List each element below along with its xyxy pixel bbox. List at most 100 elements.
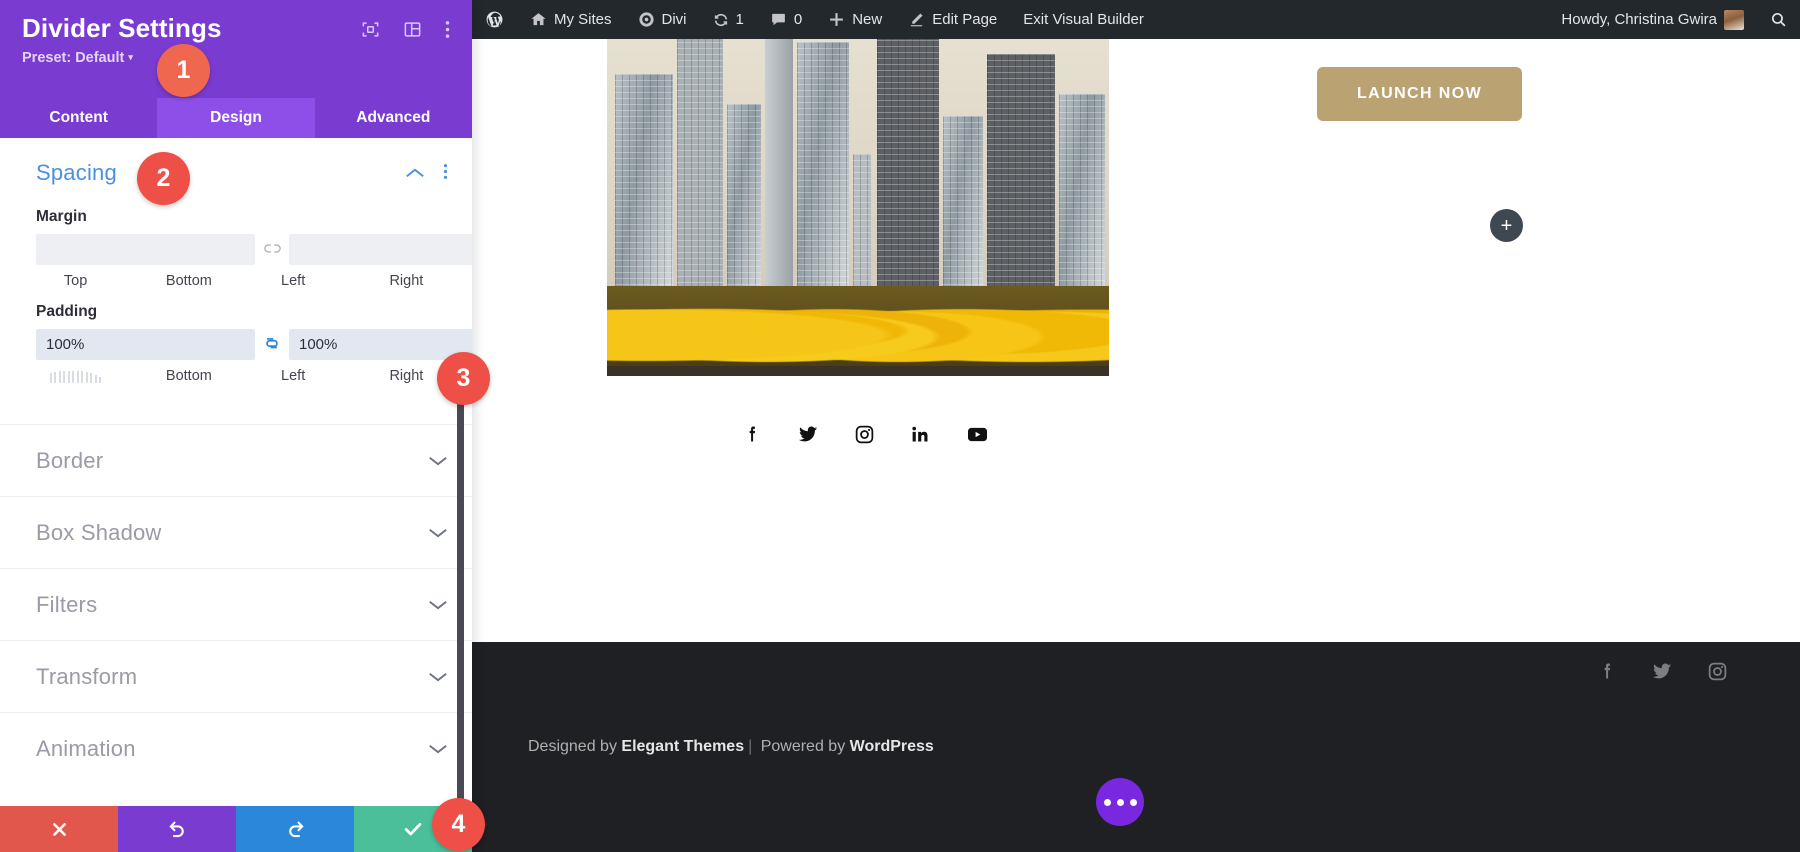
- youtube-icon[interactable]: [966, 425, 989, 444]
- margin-bottom-label: Bottom: [165, 273, 212, 289]
- city-photo: [607, 39, 1109, 376]
- panel-footer-toolbar: [0, 806, 472, 852]
- instagram-icon[interactable]: [854, 424, 875, 445]
- link-connected-icon[interactable]: [255, 336, 289, 353]
- footer-social-row: [1597, 660, 1728, 682]
- updates-indicator[interactable]: 1: [700, 0, 757, 39]
- footer-credit-middle: Powered by: [756, 738, 850, 755]
- footer-separator: |: [748, 738, 753, 755]
- footer-credit: Designed by Elegant Themes | Powered by W…: [528, 738, 934, 756]
- padding-right-label: Right: [389, 368, 424, 384]
- panel-header-icons: [361, 14, 450, 39]
- wp-admin-bar: My Sites Divi 1 0 New Edit Page Exit Vis…: [472, 0, 1800, 39]
- new-content-menu[interactable]: New: [815, 0, 895, 39]
- linkedin-icon[interactable]: [910, 424, 931, 445]
- chevron-down-icon[interactable]: [428, 526, 448, 539]
- section-header-box-shadow[interactable]: Box Shadow: [0, 496, 472, 568]
- footer-instagram-icon[interactable]: [1707, 661, 1728, 682]
- tab-advanced[interactable]: Advanced: [314, 98, 472, 138]
- margin-bottom-input[interactable]: [289, 234, 472, 265]
- redo-button[interactable]: [236, 806, 354, 852]
- my-sites-menu[interactable]: My Sites: [517, 0, 625, 39]
- comment-icon: [770, 11, 787, 28]
- new-label: New: [852, 11, 883, 28]
- more-options-icon[interactable]: [445, 20, 450, 39]
- padding-inputs-row: [0, 329, 472, 363]
- twitter-icon[interactable]: [797, 423, 819, 445]
- margin-top-input[interactable]: [36, 234, 255, 265]
- comments-indicator[interactable]: 0: [757, 0, 815, 39]
- builder-menu-button[interactable]: [1096, 778, 1144, 826]
- updates-count: 1: [735, 11, 744, 28]
- edit-page-label: Edit Page: [932, 11, 998, 28]
- home-icon: [530, 11, 547, 28]
- panel-tabs: Content Design Advanced: [0, 98, 472, 138]
- divi-menu[interactable]: Divi: [625, 0, 700, 39]
- footer-twitter-icon[interactable]: [1651, 660, 1673, 682]
- page-title: Divider Settings: [22, 13, 222, 43]
- pencil-icon: [908, 11, 925, 28]
- margin-inputs-row: [0, 234, 472, 268]
- social-follow-row: [742, 423, 989, 445]
- panel-header: Divider Settings Preset: Default ▾: [0, 0, 472, 98]
- footer-brand-wordpress[interactable]: WordPress: [850, 738, 934, 755]
- section-header-spacing[interactable]: Spacing: [0, 138, 472, 194]
- avatar: [1724, 9, 1744, 30]
- panel-scrollbar-track[interactable]: [457, 138, 468, 806]
- section-options-icon[interactable]: [443, 163, 448, 183]
- yellow-flower-bed: [607, 286, 1109, 368]
- exit-visual-builder-label: Exit Visual Builder: [1023, 11, 1144, 28]
- link-broken-icon[interactable]: [255, 242, 289, 258]
- footer-brand-elegant-themes[interactable]: Elegant Themes: [621, 738, 744, 755]
- padding-bottom-input[interactable]: [289, 329, 472, 360]
- facebook-icon[interactable]: [742, 423, 762, 445]
- launch-now-button[interactable]: LAUNCH NOW: [1317, 67, 1523, 121]
- padding-vertical-labels: Bottom: [36, 368, 229, 384]
- divider-settings-panel: Divider Settings Preset: Default ▾ Conte…: [0, 0, 472, 852]
- padding-vertical-group: [36, 329, 472, 360]
- padding-left-label: Left: [281, 368, 306, 384]
- focus-view-icon[interactable]: [361, 20, 380, 39]
- building: [943, 116, 983, 304]
- cancel-button[interactable]: [0, 806, 118, 852]
- layout-view-icon[interactable]: [403, 20, 422, 39]
- undo-button[interactable]: [118, 806, 236, 852]
- footer-facebook-icon[interactable]: [1597, 660, 1617, 682]
- section-header-transform[interactable]: Transform: [0, 640, 472, 712]
- chevron-down-icon[interactable]: [428, 742, 448, 755]
- exit-visual-builder-link[interactable]: Exit Visual Builder: [1010, 0, 1157, 39]
- chevron-down-icon[interactable]: [428, 454, 448, 467]
- margin-left-label: Left: [281, 273, 306, 289]
- padding-top-input[interactable]: [36, 329, 255, 360]
- chevron-down-icon[interactable]: [428, 598, 448, 611]
- section-title-filters: Filters: [36, 591, 98, 617]
- my-sites-label: My Sites: [554, 11, 612, 28]
- section-header-filters[interactable]: Filters: [0, 568, 472, 640]
- divi-label: Divi: [661, 11, 687, 28]
- search-icon[interactable]: [1757, 0, 1800, 39]
- panel-header-row: Divider Settings Preset: Default ▾: [22, 14, 450, 66]
- tab-content[interactable]: Content: [0, 98, 158, 138]
- tab-design[interactable]: Design: [157, 98, 315, 138]
- page-footer: Designed by Elegant Themes | Powered by W…: [472, 642, 1800, 852]
- chevron-down-icon[interactable]: [428, 670, 448, 683]
- panel-scrollbar-thumb[interactable]: [457, 366, 464, 806]
- edit-page-link[interactable]: Edit Page: [895, 0, 1010, 39]
- margin-top-label: Top: [63, 273, 88, 289]
- section-title-box-shadow: Box Shadow: [36, 519, 162, 545]
- plus-icon: [828, 11, 845, 28]
- account-menu[interactable]: Howdy, Christina Gwira: [1548, 0, 1757, 39]
- building: [677, 39, 723, 304]
- chevron-up-icon[interactable]: [405, 167, 425, 180]
- section-header-border[interactable]: Border: [0, 424, 472, 496]
- margin-vertical-group: [36, 234, 472, 265]
- padding-bottom-label: Bottom: [165, 368, 212, 384]
- margin-vertical-labels: Top Bottom: [36, 273, 229, 289]
- padding-label: Padding: [36, 303, 98, 320]
- wordpress-logo-icon[interactable]: [472, 0, 517, 39]
- section-header-animation[interactable]: Animation: [0, 712, 472, 784]
- padding-top-slider[interactable]: [36, 369, 115, 383]
- screen: My Sites Divi 1 0 New Edit Page Exit Vis…: [0, 0, 1800, 852]
- add-module-button[interactable]: +: [1490, 209, 1523, 242]
